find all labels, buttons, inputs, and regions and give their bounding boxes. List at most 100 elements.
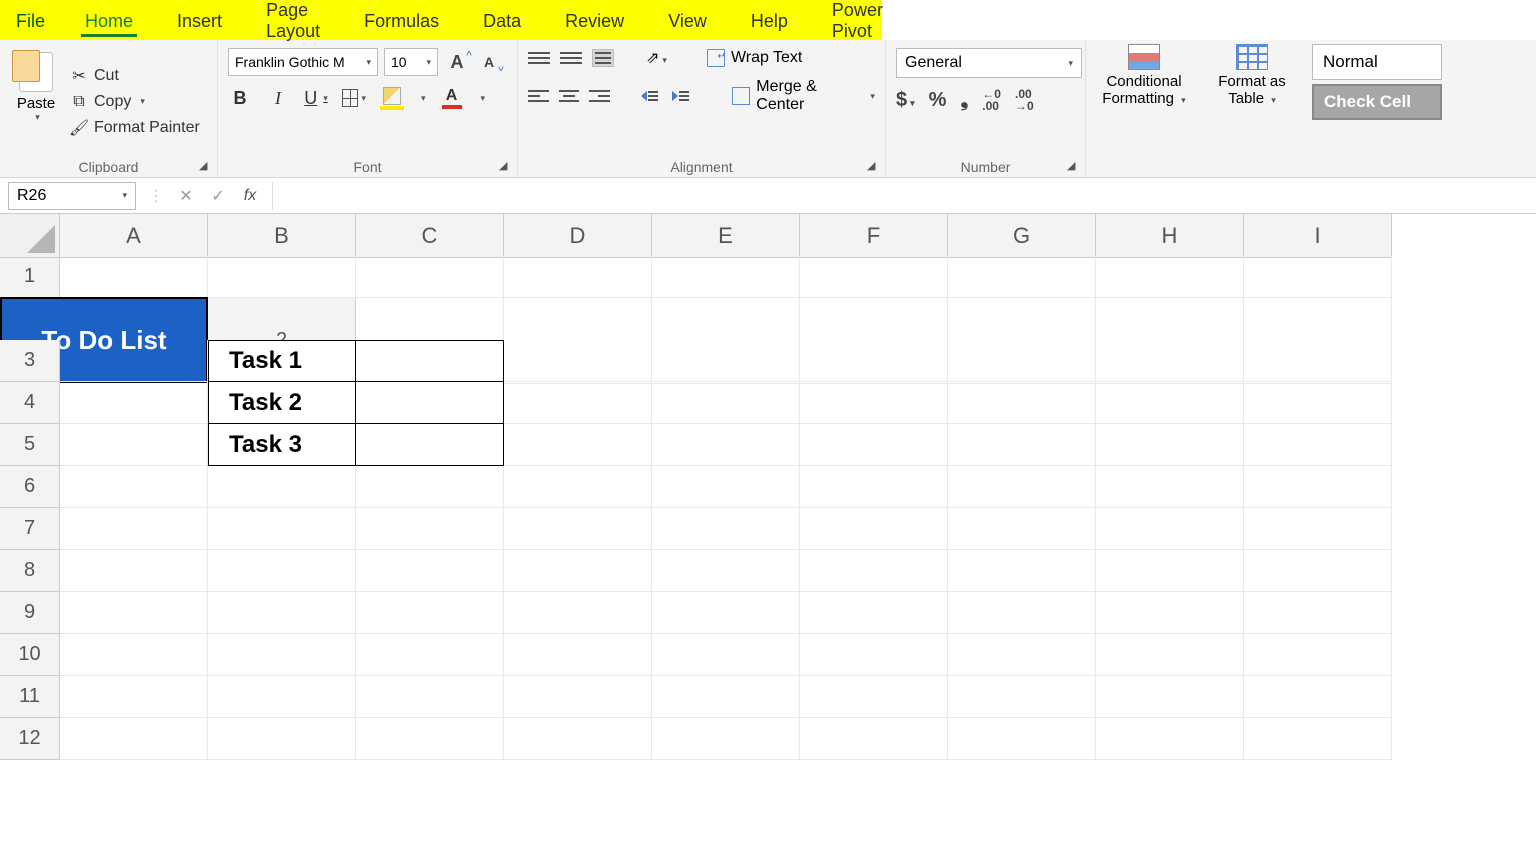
fill-color-button[interactable]	[380, 86, 404, 110]
cell-C7[interactable]	[356, 508, 504, 550]
cell-E3[interactable]	[652, 340, 800, 382]
tab-help[interactable]: Help	[729, 0, 810, 40]
cell-E12[interactable]	[652, 718, 800, 760]
font-color-button[interactable]: A	[440, 86, 464, 110]
style-check-cell[interactable]: Check Cell	[1312, 84, 1442, 120]
format-as-table-button[interactable]: Format as Table ▾	[1204, 44, 1300, 177]
cell-B11[interactable]	[208, 676, 356, 718]
cell-G10[interactable]	[948, 634, 1096, 676]
col-header-B[interactable]: B	[208, 214, 356, 258]
cell-D1[interactable]	[504, 256, 652, 298]
cell-E9[interactable]	[652, 592, 800, 634]
cell-G3[interactable]	[948, 340, 1096, 382]
font-size-dropdown[interactable]: 10 ▾	[384, 48, 438, 76]
cell-F12[interactable]	[800, 718, 948, 760]
cell-G12[interactable]	[948, 718, 1096, 760]
align-center-button[interactable]	[559, 87, 580, 105]
cell-B8[interactable]	[208, 550, 356, 592]
increase-font-button[interactable]: A	[444, 52, 470, 73]
cell-H7[interactable]	[1096, 508, 1244, 550]
row-header-5[interactable]: 5	[0, 424, 60, 466]
tab-review[interactable]: Review	[543, 0, 646, 40]
cell-F1[interactable]	[800, 256, 948, 298]
cell-I4[interactable]	[1244, 382, 1392, 424]
cell-H4[interactable]	[1096, 382, 1244, 424]
tab-data[interactable]: Data	[461, 0, 543, 40]
cell-B5[interactable]: Task 3	[208, 424, 356, 466]
cell-A5[interactable]	[60, 424, 208, 466]
cell-D11[interactable]	[504, 676, 652, 718]
tab-insert[interactable]: Insert	[155, 0, 244, 40]
cell-H3[interactable]	[1096, 340, 1244, 382]
cell-I10[interactable]	[1244, 634, 1392, 676]
style-normal[interactable]: Normal	[1312, 44, 1442, 80]
cell-A11[interactable]	[60, 676, 208, 718]
cell-I5[interactable]	[1244, 424, 1392, 466]
cell-I11[interactable]	[1244, 676, 1392, 718]
increase-indent-button[interactable]	[672, 87, 693, 105]
cell-C10[interactable]	[356, 634, 504, 676]
col-header-H[interactable]: H	[1096, 214, 1244, 258]
row-header-4[interactable]: 4	[0, 382, 60, 424]
col-header-D[interactable]: D	[504, 214, 652, 258]
align-bottom-button[interactable]	[592, 49, 614, 67]
comma-button[interactable]: ❟	[960, 89, 968, 112]
cell-C4[interactable]	[356, 382, 504, 424]
formula-input[interactable]	[272, 182, 1528, 210]
cell-B6[interactable]	[208, 466, 356, 508]
tab-power-pivot[interactable]: Power Pivot	[810, 0, 905, 40]
cell-C5[interactable]	[356, 424, 504, 466]
chevron-down-icon[interactable]: ▾	[870, 91, 875, 102]
row-header-10[interactable]: 10	[0, 634, 60, 676]
cell-I8[interactable]	[1244, 550, 1392, 592]
merge-center-button[interactable]: Merge & Center ▾	[732, 78, 875, 114]
cell-D3[interactable]	[504, 340, 652, 382]
percent-button[interactable]: %	[929, 89, 947, 112]
cell-A4[interactable]	[60, 382, 208, 424]
col-header-I[interactable]: I	[1244, 214, 1392, 258]
cell-I1[interactable]	[1244, 256, 1392, 298]
cell-F8[interactable]	[800, 550, 948, 592]
font-expand-icon[interactable]: ◢	[499, 159, 513, 173]
cell-D12[interactable]	[504, 718, 652, 760]
cell-F3[interactable]	[800, 340, 948, 382]
cell-H5[interactable]	[1096, 424, 1244, 466]
col-header-G[interactable]: G	[948, 214, 1096, 258]
cell-B1[interactable]	[208, 256, 356, 298]
cell-G4[interactable]	[948, 382, 1096, 424]
increase-decimal-button[interactable]: ←0.00	[982, 88, 1001, 112]
alignment-expand-icon[interactable]: ◢	[867, 159, 881, 173]
italic-button[interactable]: I	[266, 86, 290, 110]
cell-G9[interactable]	[948, 592, 1096, 634]
row-header-11[interactable]: 11	[0, 676, 60, 718]
align-top-button[interactable]	[528, 49, 550, 67]
cell-A8[interactable]	[60, 550, 208, 592]
decrease-indent-button[interactable]	[641, 87, 662, 105]
cell-G1[interactable]	[948, 256, 1096, 298]
cell-G11[interactable]	[948, 676, 1096, 718]
cancel-formula-button[interactable]: ✕	[176, 186, 196, 206]
cell-C1[interactable]	[356, 256, 504, 298]
row-header-12[interactable]: 12	[0, 718, 60, 760]
cell-G6[interactable]	[948, 466, 1096, 508]
cell-I9[interactable]	[1244, 592, 1392, 634]
cell-H6[interactable]	[1096, 466, 1244, 508]
cell-D5[interactable]	[504, 424, 652, 466]
cell-G7[interactable]	[948, 508, 1096, 550]
row-header-9[interactable]: 9	[0, 592, 60, 634]
enter-formula-button[interactable]: ✓	[208, 186, 228, 206]
paste-button[interactable]: Paste ▾	[10, 48, 62, 155]
copy-button[interactable]: ⧉ Copy ▾	[70, 93, 200, 111]
cell-I12[interactable]	[1244, 718, 1392, 760]
cell-H8[interactable]	[1096, 550, 1244, 592]
select-all-corner[interactable]	[0, 214, 60, 258]
name-box[interactable]: R26 ▾	[8, 182, 136, 210]
cell-C12[interactable]	[356, 718, 504, 760]
row-header-7[interactable]: 7	[0, 508, 60, 550]
currency-button[interactable]: $▾	[896, 89, 915, 112]
cell-I3[interactable]	[1244, 340, 1392, 382]
cell-I6[interactable]	[1244, 466, 1392, 508]
cell-E1[interactable]	[652, 256, 800, 298]
cell-A1[interactable]	[60, 256, 208, 298]
cell-B12[interactable]	[208, 718, 356, 760]
